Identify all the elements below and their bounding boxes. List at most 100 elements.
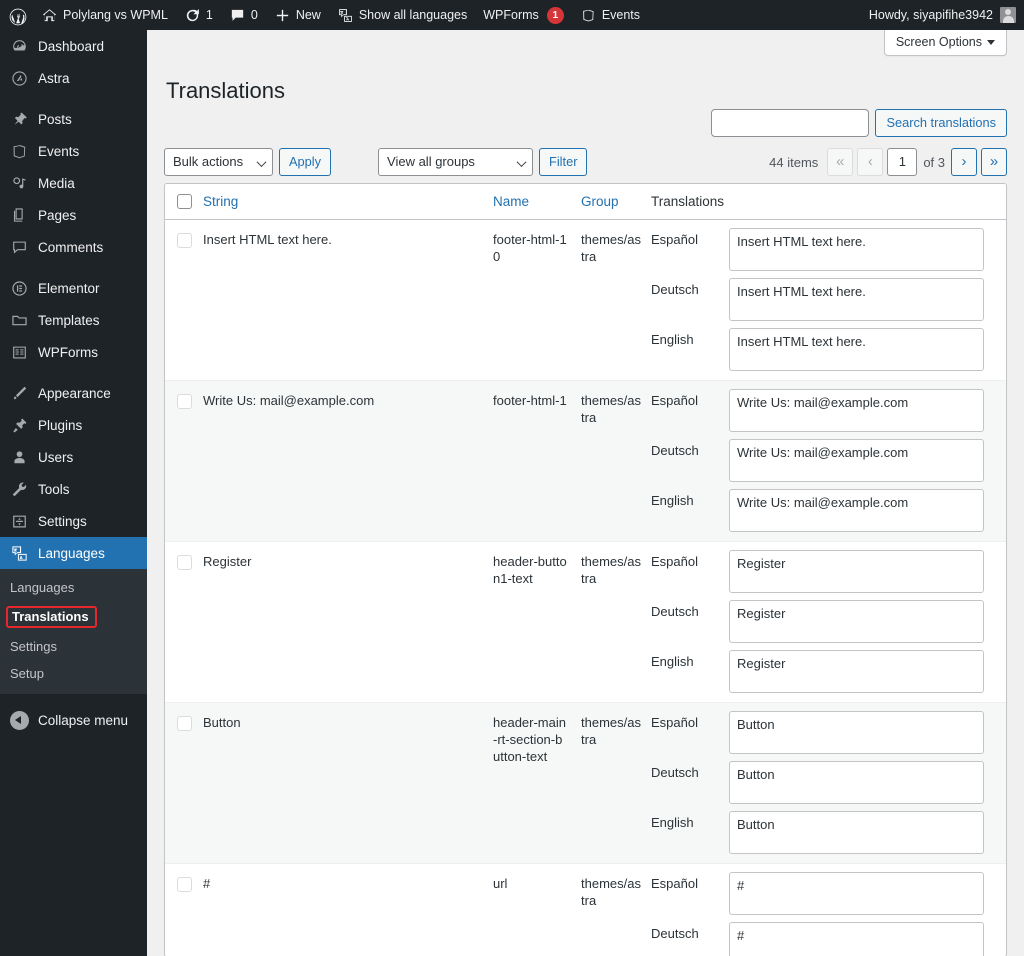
translate-icon (337, 7, 354, 24)
language-label: Deutsch (651, 761, 729, 780)
translation-line: English (651, 489, 984, 532)
translation-textarea[interactable] (729, 439, 984, 482)
sidebar-item-users[interactable]: Users (0, 441, 147, 473)
sidebar-item-events[interactable]: Events (0, 135, 147, 167)
wpforms-badge: 1 (547, 7, 564, 24)
site-name-menu[interactable]: Polylang vs WPML (33, 0, 176, 30)
comments-icon (10, 238, 29, 257)
sidebar-item-languages[interactable]: Languages (0, 537, 147, 569)
sidebar-item-comments[interactable]: Comments (0, 231, 147, 263)
comments-menu[interactable]: 0 (221, 0, 266, 30)
row-string: Write Us: mail@example.com (203, 389, 493, 532)
comment-bubble-icon (229, 7, 246, 24)
sidebar-item-astra[interactable]: Astra (0, 62, 147, 94)
sidebar-item-media[interactable]: Media (0, 167, 147, 199)
submenu-item-settings[interactable]: Settings (0, 633, 147, 660)
translation-line: Deutsch (651, 761, 984, 804)
row-checkbox[interactable] (177, 555, 192, 570)
sidebar-item-appearance[interactable]: Appearance (0, 377, 147, 409)
row-group: themes/astra (581, 228, 651, 371)
search-input[interactable] (711, 109, 869, 137)
row-checkbox[interactable] (177, 716, 192, 731)
pagination: 44 items « ‹ 1 of 3 › » (769, 148, 1007, 176)
bulk-actions-select[interactable]: Bulk actions (164, 148, 273, 176)
translation-textarea[interactable] (729, 228, 984, 271)
collapse-menu-button[interactable]: Collapse menu (0, 703, 147, 737)
select-all-checkbox[interactable] (177, 194, 192, 209)
column-header-name[interactable]: Name (493, 194, 581, 209)
row-checkbox[interactable] (177, 233, 192, 248)
translation-textarea[interactable] (729, 761, 984, 804)
translation-textarea[interactable] (729, 650, 984, 693)
current-page-input[interactable]: 1 (887, 148, 917, 176)
sidebar-item-settings[interactable]: Settings (0, 505, 147, 537)
translation-textarea[interactable] (729, 872, 984, 915)
site-name-label: Polylang vs WPML (63, 8, 168, 22)
updates-menu[interactable]: 1 (176, 0, 221, 30)
avatar (1000, 7, 1016, 23)
sidebar-item-dashboard[interactable]: Dashboard (0, 30, 147, 62)
row-name: header-main-rt-section-button-text (493, 711, 581, 854)
sidebar-item-elementor[interactable]: Elementor (0, 272, 147, 304)
events-menu[interactable]: Events (572, 0, 648, 30)
account-menu[interactable]: Howdy, siyapifihe3942 (869, 7, 1024, 23)
sidebar-item-pages[interactable]: Pages (0, 199, 147, 231)
translation-textarea[interactable] (729, 389, 984, 432)
column-header-group[interactable]: Group (581, 194, 651, 209)
translation-textarea[interactable] (729, 811, 984, 854)
wpforms-menu[interactable]: WPForms 1 (475, 0, 572, 30)
users-icon (10, 448, 29, 467)
row-translations: Español Deutsch English (651, 550, 1006, 693)
sidebar-separator (0, 94, 147, 103)
filter-button[interactable]: Filter (539, 148, 587, 176)
table-header-row: String Name Group Translations (165, 184, 1006, 220)
sidebar-item-wpforms[interactable]: WPForms (0, 336, 147, 368)
sidebar-item-plugins[interactable]: Plugins (0, 409, 147, 441)
apply-button[interactable]: Apply (279, 148, 331, 176)
language-label: English (651, 489, 729, 508)
sidebar-item-label: Astra (38, 71, 70, 86)
translation-line: Deutsch (651, 922, 984, 956)
wordpress-logo-button[interactable] (0, 0, 33, 30)
new-content-menu[interactable]: New (266, 0, 329, 30)
row-select-cell (165, 550, 203, 693)
translation-textarea[interactable] (729, 278, 984, 321)
sidebar-separator (0, 368, 147, 377)
sidebar-item-posts[interactable]: Posts (0, 103, 147, 135)
translation-line: Deutsch (651, 600, 984, 643)
translation-textarea[interactable] (729, 550, 984, 593)
sidebar-item-label: Tools (38, 482, 70, 497)
sidebar-item-label: Settings (38, 514, 87, 529)
next-page-button[interactable]: › (951, 148, 977, 176)
first-page-button[interactable]: « (827, 148, 853, 176)
translation-textarea[interactable] (729, 711, 984, 754)
table-row: Button header-main-rt-section-button-tex… (165, 703, 1006, 864)
calendar-icon (580, 7, 597, 24)
translation-textarea[interactable] (729, 600, 984, 643)
row-string: Button (203, 711, 493, 854)
row-checkbox[interactable] (177, 877, 192, 892)
sidebar-item-templates[interactable]: Templates (0, 304, 147, 336)
submenu-item-setup[interactable]: Setup (0, 660, 147, 687)
translation-line: Español (651, 550, 984, 593)
language-label: English (651, 650, 729, 669)
submenu-item-languages[interactable]: Languages (0, 574, 147, 601)
search-translations-button[interactable]: Search translations (875, 109, 1007, 137)
translation-textarea[interactable] (729, 489, 984, 532)
translation-textarea[interactable] (729, 328, 984, 371)
submenu-item-translations[interactable]: Translations (0, 601, 147, 633)
translation-line: Español (651, 228, 984, 271)
translation-textarea[interactable] (729, 922, 984, 956)
row-checkbox[interactable] (177, 394, 192, 409)
row-name: footer-html-10 (493, 228, 581, 371)
sidebar-item-label: Pages (38, 208, 76, 223)
languages-menu[interactable]: Show all languages (329, 0, 475, 30)
prev-page-button[interactable]: ‹ (857, 148, 883, 176)
table-row: # url themes/astra Español Deutsch Engli… (165, 864, 1006, 956)
translations-table: String Name Group Translations Insert HT… (164, 183, 1007, 956)
group-filter-select[interactable]: View all groups (378, 148, 533, 176)
last-page-button[interactable]: » (981, 148, 1007, 176)
sidebar-item-tools[interactable]: Tools (0, 473, 147, 505)
column-header-string[interactable]: String (203, 194, 493, 209)
screen-options-button[interactable]: Screen Options (884, 30, 1007, 56)
